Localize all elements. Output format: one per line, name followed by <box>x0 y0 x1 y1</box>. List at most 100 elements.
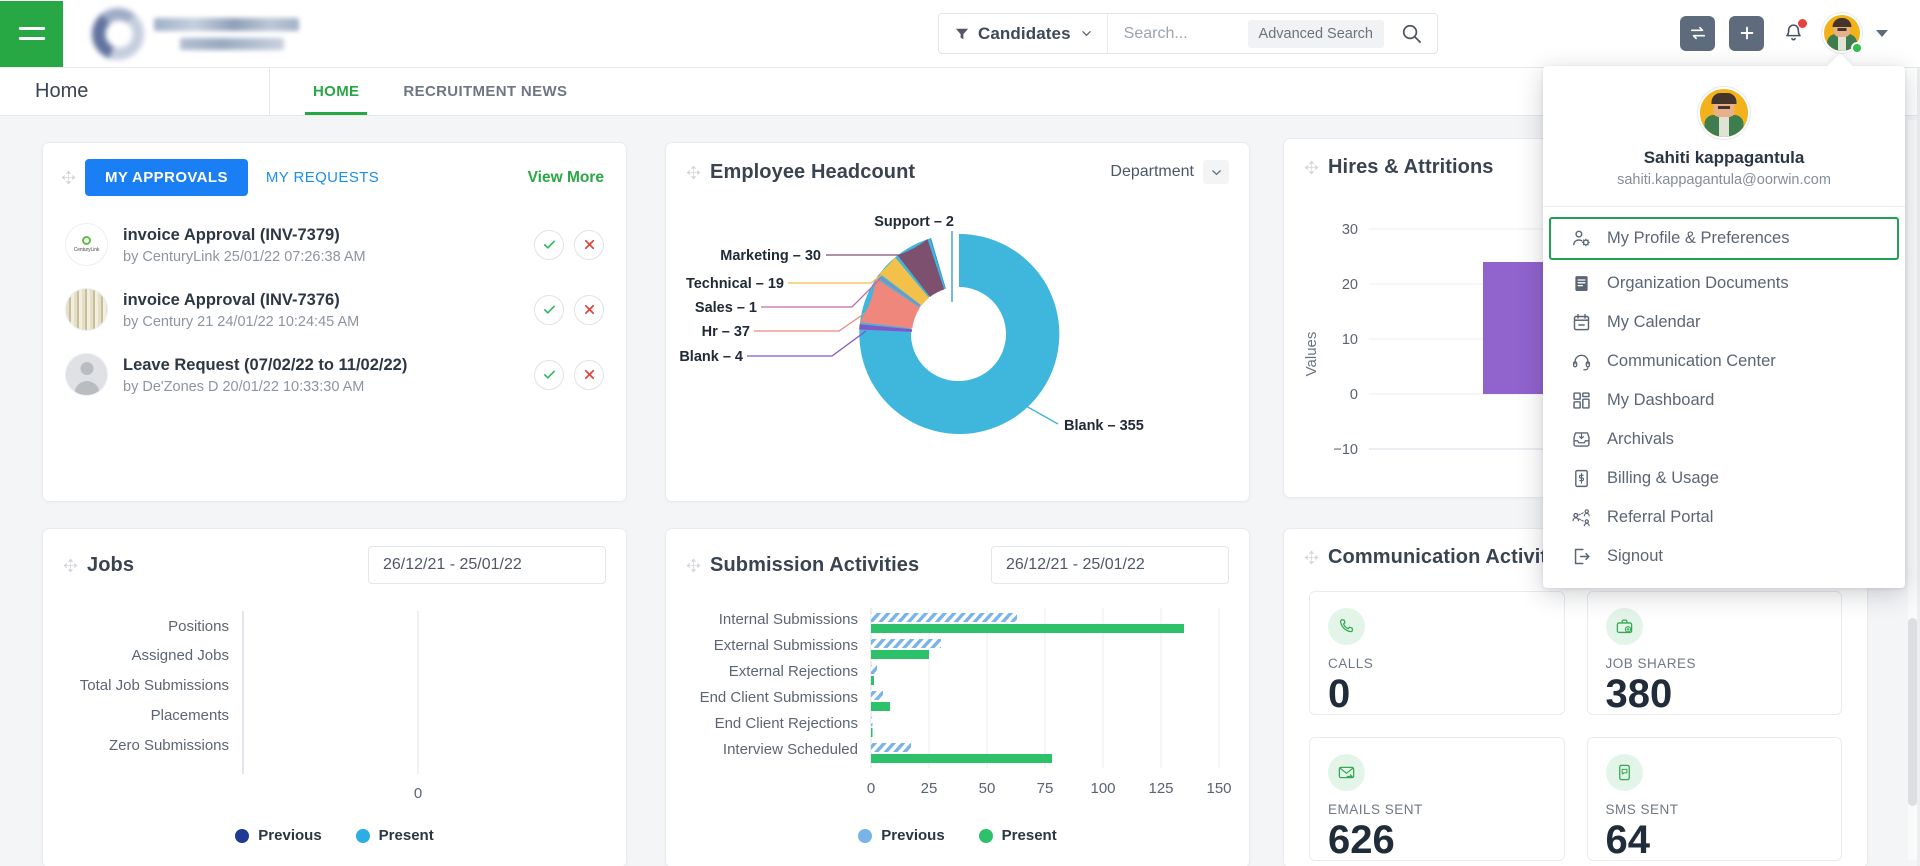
xtick-25: 25 <box>921 780 938 797</box>
bar-present-interview-scheduled[interactable] <box>871 754 1052 763</box>
drag-move-icon[interactable] <box>63 558 78 573</box>
profile-dropdown-menu: Sahiti kappagantula sahiti.kappagantula@… <box>1543 53 1905 588</box>
bar-previous-external-rejections[interactable] <box>871 665 877 674</box>
cat-placements: Placements <box>151 707 229 724</box>
profile-dropdown-caret-icon[interactable] <box>1876 29 1888 37</box>
menu-item-organization-documents[interactable]: Organization Documents <box>1549 264 1899 303</box>
legend-present[interactable]: Present <box>978 827 1057 844</box>
bar-previous-external-submissions[interactable] <box>871 639 941 648</box>
y-axis-ticks: 30 20 10 0 −10 <box>1333 222 1358 458</box>
notification-badge <box>1797 18 1808 29</box>
reject-button[interactable] <box>574 294 604 325</box>
menu-item-my-dashboard[interactable]: My Dashboard <box>1549 381 1899 420</box>
donut-label-marketing: Marketing – 30 <box>720 248 821 264</box>
submissions-bars <box>871 613 1184 763</box>
reject-button[interactable] <box>574 359 604 390</box>
reject-button[interactable] <box>574 229 604 260</box>
search-input[interactable] <box>1123 24 1248 43</box>
list-item[interactable]: CenturyLink invoice Approval (INV-7379) … <box>65 212 604 277</box>
approve-button[interactable] <box>534 229 564 260</box>
menu-label: Signout <box>1607 547 1663 565</box>
tab-home[interactable]: HOME <box>305 68 368 115</box>
jobs-date-range-picker[interactable]: 26/12/21 - 25/01/22 <box>368 546 606 584</box>
global-search-bar: Candidates Advanced Search <box>938 13 1438 54</box>
bar-previous-internal-submissions[interactable] <box>871 613 1017 622</box>
search-submit-button[interactable] <box>1394 14 1437 53</box>
document-icon <box>1575 276 1588 291</box>
top-header-bar: Candidates Advanced Search <box>0 0 1920 68</box>
donut-hole <box>912 287 1006 381</box>
donut-label-hr: Hr – 37 <box>702 324 750 340</box>
approvals-list: CenturyLink invoice Approval (INV-7379) … <box>43 196 626 407</box>
bar-previous-end-client-submissions[interactable] <box>871 691 883 700</box>
approve-button[interactable] <box>534 294 564 325</box>
funnel-icon <box>955 28 969 39</box>
tile-label-job-shares: JOB SHARES <box>1605 656 1697 671</box>
drag-move-icon[interactable] <box>686 165 701 180</box>
bar-previous-end-client-rejections[interactable] <box>871 717 873 726</box>
tile-value-emails-sent: 626 <box>1328 818 1395 862</box>
headcount-header: Employee Headcount Department <box>666 143 1249 184</box>
jobs-legend: Previous Present <box>43 827 626 844</box>
add-icon[interactable] <box>1729 15 1764 51</box>
menu-item-archivals[interactable]: Archivals <box>1549 420 1899 459</box>
menu-item-referral-portal[interactable]: Referral Portal <box>1549 498 1899 537</box>
user-avatar-button[interactable] <box>1822 13 1863 54</box>
chevron-down-icon <box>1081 31 1091 37</box>
list-item[interactable]: Leave Request (07/02/22 to 11/02/22) by … <box>65 342 604 407</box>
tile-sms-sent[interactable]: SMS SENT 64 <box>1586 737 1842 861</box>
menu-item-signout[interactable]: Signout <box>1549 537 1899 576</box>
tile-calls[interactable]: CALLS 0 <box>1309 591 1565 715</box>
bar-present-internal-submissions[interactable] <box>871 624 1184 633</box>
bar-previous-interview-scheduled[interactable] <box>871 743 911 752</box>
menu-item-my-profile-preferences[interactable]: My Profile & Preferences <box>1549 217 1899 260</box>
notifications-bell-icon[interactable] <box>1778 17 1808 49</box>
drag-move-icon[interactable] <box>61 170 76 185</box>
legend-previous[interactable]: Previous <box>858 827 945 844</box>
tile-job-shares[interactable]: JOB SHARES 380 <box>1586 591 1842 715</box>
tab-recruitment-news[interactable]: RECRUITMENT NEWS <box>395 68 575 115</box>
card-submission-activities: Submission Activities 26/12/21 - 25/01/2… <box>665 528 1250 866</box>
menu-item-my-calendar[interactable]: My Calendar <box>1549 303 1899 342</box>
ytick-0: 0 <box>1350 387 1358 403</box>
drag-move-icon[interactable] <box>1304 550 1319 565</box>
approve-button[interactable] <box>534 359 564 390</box>
hamburger-menu-icon[interactable] <box>0 0 63 67</box>
drag-move-icon[interactable] <box>686 558 701 573</box>
legend-present[interactable]: Present <box>355 827 434 844</box>
tile-label-emails-sent: EMAILS SENT <box>1328 802 1423 817</box>
department-filter-dropdown[interactable]: Department <box>1110 160 1229 184</box>
online-status-dot <box>1851 42 1863 54</box>
search-entity-dropdown[interactable]: Candidates <box>939 14 1108 53</box>
switch-icon[interactable] <box>1680 15 1715 51</box>
approval-actions <box>534 359 604 390</box>
profile-email: sahiti.kappagantula@oorwin.com <box>1617 172 1831 188</box>
tile-label-sms-sent: SMS SENT <box>1605 802 1679 817</box>
company-logo[interactable] <box>92 7 299 60</box>
legend-dot-present <box>978 828 993 843</box>
bar-present-end-client-rejections[interactable] <box>871 728 873 737</box>
menu-label: Referral Portal <box>1607 508 1714 526</box>
bar-present-end-client-submissions[interactable] <box>871 702 890 711</box>
approval-subtitle: by CenturyLink 25/01/22 07:26:38 AM <box>123 249 366 266</box>
drag-move-icon[interactable] <box>1304 160 1319 175</box>
billing-receipt-icon <box>1575 469 1588 488</box>
list-item[interactable]: invoice Approval (INV-7376) by Century 2… <box>65 277 604 342</box>
menu-item-communication-center[interactable]: Communication Center <box>1549 342 1899 381</box>
jobs-xtick-0: 0 <box>414 785 422 802</box>
tile-emails-sent[interactable]: EMAILS SENT 626 <box>1309 737 1565 861</box>
view-more-link[interactable]: View More <box>528 169 604 187</box>
ytick-20: 20 <box>1342 277 1358 293</box>
tab-my-requests[interactable]: MY REQUESTS <box>248 159 399 196</box>
donut-label-technical: Technical – 19 <box>686 276 784 292</box>
advanced-search-button[interactable]: Advanced Search <box>1247 19 1384 48</box>
menu-label: Billing & Usage <box>1607 469 1719 487</box>
menu-item-billing-usage[interactable]: Billing & Usage <box>1549 459 1899 498</box>
submissions-date-range-picker[interactable]: 26/12/21 - 25/01/22 <box>991 546 1229 584</box>
bar-present-external-submissions[interactable] <box>871 650 929 659</box>
tab-my-approvals[interactable]: MY APPROVALS <box>85 159 248 196</box>
legend-dot-present <box>355 828 370 843</box>
vertical-scrollbar-thumb[interactable] <box>1908 618 1917 806</box>
bar-present-external-rejections[interactable] <box>871 676 874 685</box>
legend-previous[interactable]: Previous <box>235 827 322 844</box>
